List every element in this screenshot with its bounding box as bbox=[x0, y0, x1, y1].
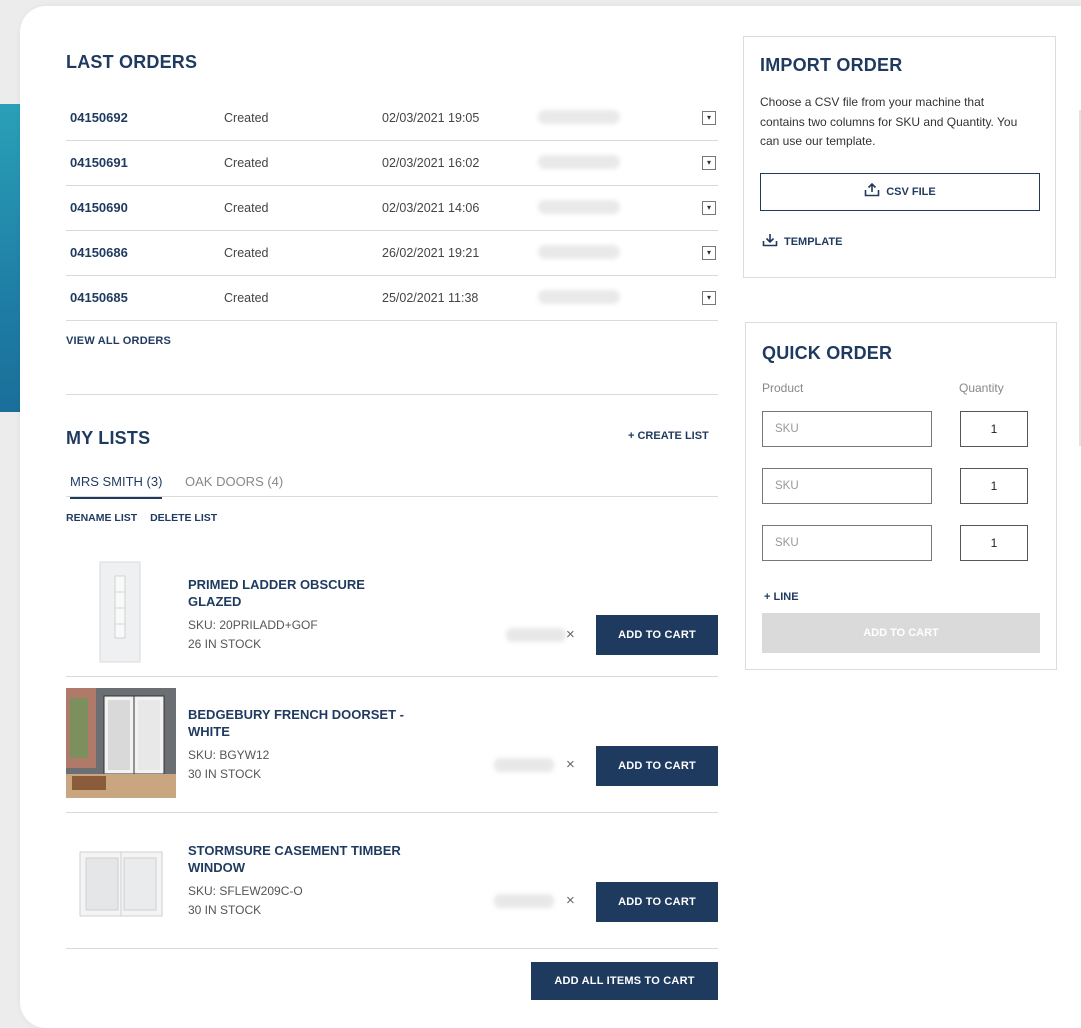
remove-item-icon[interactable]: × bbox=[566, 756, 575, 773]
add-to-cart-button[interactable]: ADD TO CART bbox=[596, 882, 718, 922]
upload-icon bbox=[864, 182, 880, 197]
order-number[interactable]: 04150691 bbox=[70, 155, 128, 170]
product-image-door bbox=[66, 556, 176, 666]
product-title[interactable]: PRIMED LADDER OBSCURE GLAZED bbox=[188, 576, 428, 610]
order-number[interactable]: 04150686 bbox=[70, 245, 128, 260]
order-number[interactable]: 04150685 bbox=[70, 290, 128, 305]
order-date: 02/03/2021 16:02 bbox=[382, 156, 480, 170]
expand-icon[interactable]: ▾ bbox=[702, 246, 716, 260]
order-date: 02/03/2021 19:05 bbox=[382, 111, 480, 125]
expand-icon[interactable]: ▾ bbox=[702, 201, 716, 215]
dashboard-card: LAST ORDERS 04150692 Created 02/03/2021 … bbox=[20, 6, 1081, 1028]
sku-input[interactable]: SKU bbox=[762, 525, 932, 561]
view-all-orders-link[interactable]: VIEW ALL ORDERS bbox=[66, 335, 171, 347]
add-to-cart-button[interactable]: ADD TO CART bbox=[596, 746, 718, 786]
tab-oak-doors[interactable]: OAK DOORS (4) bbox=[185, 474, 283, 497]
order-date: 25/02/2021 11:38 bbox=[382, 291, 479, 305]
order-total-redacted bbox=[538, 245, 620, 259]
order-number[interactable]: 04150690 bbox=[70, 200, 128, 215]
product-sku: SKU: BGYW12 bbox=[188, 748, 270, 762]
item-price-redacted bbox=[506, 628, 566, 642]
product-stock: 30 IN STOCK bbox=[188, 903, 262, 917]
expand-icon[interactable]: ▾ bbox=[702, 156, 716, 170]
my-lists-title: MY LISTS bbox=[66, 428, 151, 448]
item-price-redacted bbox=[494, 758, 554, 772]
product-sku: SKU: 20PRILADD+GOF bbox=[188, 618, 318, 632]
order-status: Created bbox=[224, 246, 269, 260]
remove-item-icon[interactable]: × bbox=[566, 626, 575, 643]
quick-order-add-to-cart-button[interactable]: ADD TO CART bbox=[762, 613, 1040, 653]
add-line-button[interactable]: + LINE bbox=[764, 591, 799, 603]
expand-icon[interactable]: ▾ bbox=[702, 111, 716, 125]
order-row[interactable]: 04150691 Created 02/03/2021 16:02 ▾ bbox=[66, 141, 718, 186]
order-status: Created bbox=[224, 111, 269, 125]
order-status: Created bbox=[224, 201, 269, 215]
tab-mrs-smith[interactable]: MRS SMITH (3) bbox=[70, 474, 163, 499]
list-item: STORMSURE CASEMENT TIMBER WINDOW SKU: SF… bbox=[66, 812, 718, 949]
order-total-redacted bbox=[538, 110, 620, 124]
expand-icon[interactable]: ▾ bbox=[702, 291, 716, 305]
import-order-description: Choose a CSV file from your machine that… bbox=[760, 95, 1018, 148]
product-stock: 26 IN STOCK bbox=[188, 637, 262, 651]
product-image-casement-window bbox=[66, 832, 176, 942]
quick-order-title: QUICK ORDER bbox=[762, 343, 893, 363]
order-row[interactable]: 04150690 Created 02/03/2021 14:06 ▾ bbox=[66, 186, 718, 231]
last-orders-title: LAST ORDERS bbox=[66, 52, 198, 72]
rename-list-link[interactable]: RENAME LIST bbox=[66, 512, 137, 524]
order-row[interactable]: 04150685 Created 25/02/2021 11:38 ▾ bbox=[66, 276, 718, 321]
order-total-redacted bbox=[538, 200, 620, 214]
add-to-cart-button[interactable]: ADD TO CART bbox=[596, 615, 718, 655]
template-download-link[interactable]: TEMPLATE bbox=[762, 233, 842, 248]
product-column-label: Product bbox=[762, 381, 804, 395]
download-icon bbox=[762, 234, 778, 247]
order-total-redacted bbox=[538, 290, 620, 304]
item-price-redacted bbox=[494, 894, 554, 908]
order-date: 02/03/2021 14:06 bbox=[382, 201, 480, 215]
quantity-column-label: Quantity bbox=[959, 381, 1004, 395]
csv-file-button[interactable]: CSV FILE bbox=[760, 173, 1040, 211]
order-total-redacted bbox=[538, 155, 620, 169]
sku-input[interactable]: SKU bbox=[762, 468, 932, 504]
product-title[interactable]: STORMSURE CASEMENT TIMBER WINDOW bbox=[188, 842, 428, 876]
delete-list-link[interactable]: DELETE LIST bbox=[150, 512, 217, 524]
quantity-input[interactable]: 1 bbox=[960, 411, 1028, 447]
sku-input[interactable]: SKU bbox=[762, 411, 932, 447]
order-status: Created bbox=[224, 156, 269, 170]
product-title[interactable]: BEDGEBURY FRENCH DOORSET - WHITE bbox=[188, 706, 428, 740]
list-item: PRIMED LADDER OBSCURE GLAZED SKU: 20PRIL… bbox=[66, 546, 718, 677]
list-item: BEDGEBURY FRENCH DOORSET - WHITE SKU: BG… bbox=[66, 676, 718, 813]
remove-item-icon[interactable]: × bbox=[566, 892, 575, 909]
order-date: 26/02/2021 19:21 bbox=[382, 246, 480, 260]
product-image-french-doorset bbox=[66, 688, 176, 798]
create-list-button[interactable]: + CREATE LIST bbox=[628, 430, 718, 442]
order-row[interactable]: 04150686 Created 26/02/2021 19:21 ▾ bbox=[66, 231, 718, 276]
product-stock: 30 IN STOCK bbox=[188, 767, 262, 781]
order-row[interactable]: 04150692 Created 02/03/2021 19:05 ▾ bbox=[66, 96, 718, 141]
import-order-title: IMPORT ORDER bbox=[760, 55, 903, 75]
list-tabs: MRS SMITH (3) OAK DOORS (4) bbox=[66, 466, 718, 499]
quantity-input[interactable]: 1 bbox=[960, 468, 1028, 504]
product-sku: SKU: SFLEW209C-O bbox=[188, 884, 303, 898]
section-divider bbox=[66, 394, 718, 395]
quick-order-panel: QUICK ORDER Product Quantity SKU 1 SKU 1… bbox=[745, 322, 1057, 670]
import-order-panel: IMPORT ORDER Choose a CSV file from your… bbox=[743, 36, 1056, 278]
quantity-input[interactable]: 1 bbox=[960, 525, 1028, 561]
order-status: Created bbox=[224, 291, 269, 305]
order-number[interactable]: 04150692 bbox=[70, 110, 128, 125]
orders-table: 04150692 Created 02/03/2021 19:05 ▾ 0415… bbox=[66, 96, 718, 321]
add-all-items-to-cart-button[interactable]: ADD ALL ITEMS TO CART bbox=[531, 962, 718, 1000]
list-actions: RENAME LIST DELETE LIST bbox=[66, 512, 227, 524]
